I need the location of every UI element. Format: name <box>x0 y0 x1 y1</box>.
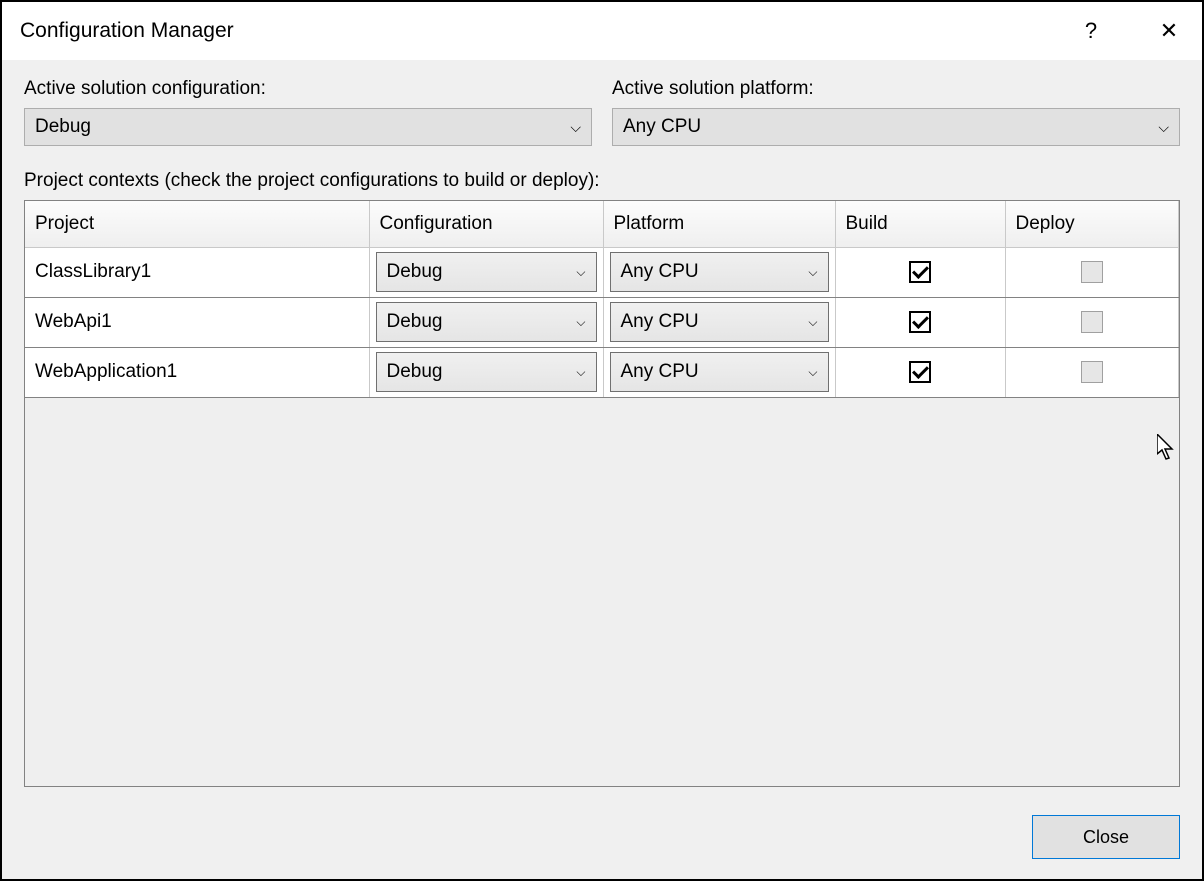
build-cell <box>835 297 1005 347</box>
build-checkbox[interactable] <box>909 361 931 383</box>
close-icon: ✕ <box>1160 18 1178 44</box>
chevron-down-icon: ⌵ <box>576 365 585 380</box>
project-name-cell: WebApi1 <box>25 297 369 347</box>
table-row: ClassLibrary1 Debug ⌵ Any CPU ⌵ <box>25 247 1179 297</box>
active-config-select[interactable]: Debug ⌵ <box>24 108 592 146</box>
window-close-button[interactable]: ✕ <box>1140 2 1198 60</box>
help-button[interactable]: ? <box>1062 2 1120 60</box>
platform-cell: Any CPU ⌵ <box>603 297 835 347</box>
platform-cell: Any CPU ⌵ <box>603 347 835 397</box>
chevron-down-icon: ⌵ <box>576 265 585 280</box>
chevron-down-icon: ⌵ <box>808 315 817 330</box>
build-checkbox[interactable] <box>909 311 931 333</box>
chevron-down-icon: ⌵ <box>576 315 585 330</box>
config-manager-dialog: Configuration Manager ? ✕ Active solutio… <box>0 0 1204 881</box>
close-button[interactable]: Close <box>1032 815 1180 859</box>
active-platform-group: Active solution platform: Any CPU ⌵ <box>612 78 1180 146</box>
platform-cell: Any CPU ⌵ <box>603 247 835 297</box>
column-header-build[interactable]: Build <box>835 201 1005 247</box>
config-value: Debug <box>387 361 577 383</box>
deploy-cell <box>1005 297 1179 347</box>
projects-table: Project Configuration Platform Build Dep… <box>25 201 1179 398</box>
platform-select[interactable]: Any CPU ⌵ <box>610 352 829 392</box>
deploy-checkbox <box>1081 261 1103 283</box>
column-header-deploy[interactable]: Deploy <box>1005 201 1179 247</box>
chevron-down-icon: ⌵ <box>570 119 581 136</box>
column-header-platform[interactable]: Platform <box>603 201 835 247</box>
column-header-project[interactable]: Project <box>25 201 369 247</box>
chevron-down-icon: ⌵ <box>808 265 817 280</box>
config-cell: Debug ⌵ <box>369 297 603 347</box>
active-platform-label: Active solution platform: <box>612 78 1180 100</box>
config-cell: Debug ⌵ <box>369 347 603 397</box>
build-cell <box>835 347 1005 397</box>
dialog-footer: Close <box>24 787 1180 859</box>
build-cell <box>835 247 1005 297</box>
active-config-label: Active solution configuration: <box>24 78 592 100</box>
config-select[interactable]: Debug ⌵ <box>376 302 597 342</box>
deploy-checkbox <box>1081 311 1103 333</box>
column-header-configuration[interactable]: Configuration <box>369 201 603 247</box>
table-row: WebApi1 Debug ⌵ Any CPU ⌵ <box>25 297 1179 347</box>
deploy-checkbox <box>1081 361 1103 383</box>
deploy-cell <box>1005 247 1179 297</box>
platform-select[interactable]: Any CPU ⌵ <box>610 302 829 342</box>
config-cell: Debug ⌵ <box>369 247 603 297</box>
window-title: Configuration Manager <box>20 19 1062 43</box>
help-icon: ? <box>1085 18 1097 44</box>
platform-value: Any CPU <box>621 261 809 283</box>
titlebar: Configuration Manager ? ✕ <box>2 2 1202 60</box>
config-select[interactable]: Debug ⌵ <box>376 352 597 392</box>
active-platform-select[interactable]: Any CPU ⌵ <box>612 108 1180 146</box>
active-platform-value: Any CPU <box>623 116 1158 138</box>
table-header-row: Project Configuration Platform Build Dep… <box>25 201 1179 247</box>
chevron-down-icon: ⌵ <box>808 365 817 380</box>
table-row: WebApplication1 Debug ⌵ Any CPU ⌵ <box>25 347 1179 397</box>
config-value: Debug <box>387 261 577 283</box>
build-checkbox[interactable] <box>909 261 931 283</box>
config-value: Debug <box>387 311 577 333</box>
project-contexts-label: Project contexts (check the project conf… <box>24 170 1180 192</box>
platform-value: Any CPU <box>621 361 809 383</box>
projects-grid: Project Configuration Platform Build Dep… <box>24 200 1180 787</box>
solution-selectors: Active solution configuration: Debug ⌵ A… <box>24 78 1180 146</box>
content-area: Active solution configuration: Debug ⌵ A… <box>2 60 1202 879</box>
platform-value: Any CPU <box>621 311 809 333</box>
active-config-group: Active solution configuration: Debug ⌵ <box>24 78 592 146</box>
config-select[interactable]: Debug ⌵ <box>376 252 597 292</box>
platform-select[interactable]: Any CPU ⌵ <box>610 252 829 292</box>
chevron-down-icon: ⌵ <box>1158 119 1169 136</box>
project-name-cell: ClassLibrary1 <box>25 247 369 297</box>
deploy-cell <box>1005 347 1179 397</box>
project-name-cell: WebApplication1 <box>25 347 369 397</box>
active-config-value: Debug <box>35 116 570 138</box>
